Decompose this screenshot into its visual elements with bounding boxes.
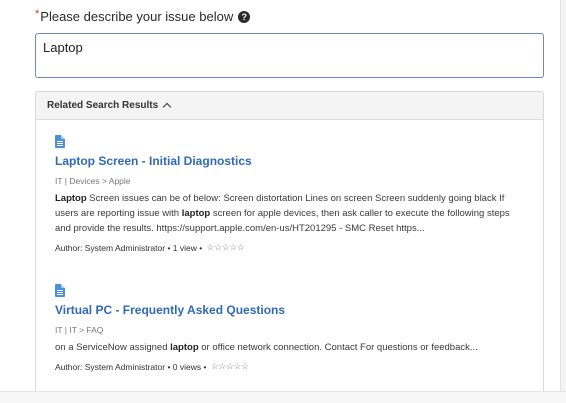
chevron-up-icon [162,102,172,112]
related-search-results-panel: Related Search Results Laptop Screen - I… [35,91,544,403]
snippet-keyword: laptop [181,208,211,219]
search-result-item: Virtual PC - Frequently Asked Questions … [55,284,525,372]
help-icon[interactable]: ? [238,10,251,23]
result-snippet: on a ServiceNow assigned laptop or offic… [55,340,525,355]
related-search-results-toggle[interactable]: Related Search Results [36,92,543,120]
snippet-text: or office network connection. Contact Fo… [198,342,478,353]
result-snippet: Laptop Screen issues can be of below: Sc… [55,191,525,236]
result-author: Author: System Administrator [55,361,166,372]
snippet-keyword: laptop [170,342,199,353]
result-views: 1 view [172,242,197,253]
result-meta: Author: System Administrator • 0 views •… [55,361,249,372]
required-marker: * [35,7,40,20]
rating-stars[interactable]: ☆☆☆☆☆ [211,361,249,372]
page-edge [560,0,566,403]
result-title-link[interactable]: Laptop Screen - Initial Diagnostics [55,154,525,168]
issue-question-label: * Please describe your issue below ? [35,7,251,24]
related-search-results-header: Related Search Results [47,100,159,111]
result-meta: Author: System Administrator • 1 view • … [55,242,245,253]
issue-description-input[interactable] [35,33,544,78]
result-category-path: IT | IT > FAQ [55,325,104,335]
question-text: Please describe your issue below [40,9,234,24]
page-bottom-strip [0,391,566,403]
snippet-text: on a ServiceNow assigned [55,342,171,353]
rating-stars[interactable]: ☆☆☆☆☆ [207,242,245,253]
result-author: Author: System Administrator [55,242,166,253]
result-title-link[interactable]: Virtual PC - Frequently Asked Questions [55,303,525,317]
snippet-keyword: Laptop [55,193,87,204]
search-result-item: Laptop Screen - Initial Diagnostics IT |… [55,135,525,253]
document-icon [55,284,65,297]
result-views: 0 views [172,361,202,372]
document-icon [55,135,65,148]
result-category-path: IT | Devices > Apple [55,176,131,186]
